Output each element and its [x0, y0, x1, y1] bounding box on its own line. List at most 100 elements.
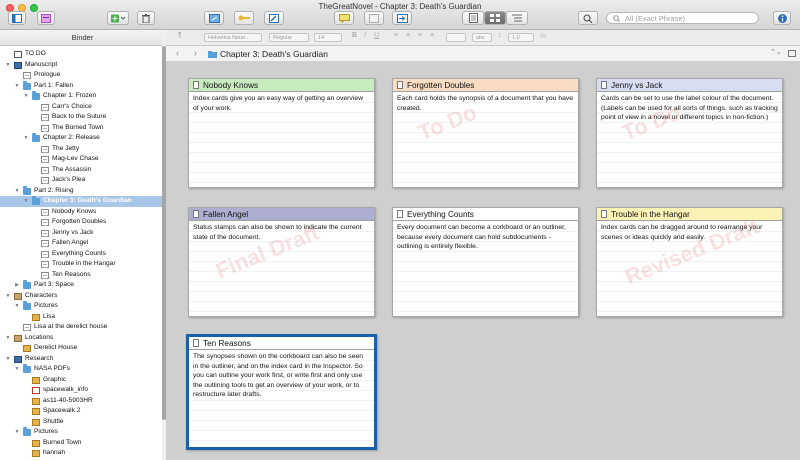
align-center-icon[interactable]: ≡: [406, 32, 410, 39]
view-outliner-button[interactable]: [506, 11, 528, 25]
split-editor-icon[interactable]: [788, 50, 796, 57]
card-title-bar[interactable]: Fallen Angel: [189, 208, 374, 221]
keywords-button[interactable]: [234, 11, 254, 25]
quick-reference-button[interactable]: [204, 11, 224, 25]
binder-item[interactable]: ▼ Manuscript: [0, 60, 162, 71]
binder-item[interactable]: ▼ Pictures: [0, 427, 162, 438]
binder-item[interactable]: The Jetty: [0, 144, 162, 155]
font-style-select[interactable]: Regular: [269, 33, 309, 42]
binder-item[interactable]: Nobody Knows: [0, 207, 162, 218]
card-synopsis[interactable]: Cards can be set to use the label colour…: [597, 92, 782, 187]
card-synopsis[interactable]: Status stamps can also be shown to indic…: [189, 220, 374, 316]
index-card[interactable]: Jenny vs Jack Cards can be set to use the…: [596, 78, 783, 188]
comment-button[interactable]: [334, 11, 354, 25]
binder-item[interactable]: Forgotten Doubles: [0, 217, 162, 228]
binder-item[interactable]: hannah: [0, 448, 162, 459]
binder-item[interactable]: ▼ Part 1: Fallen: [0, 80, 162, 92]
binder-item[interactable]: Shuttle: [0, 417, 162, 428]
disclosure-open-icon[interactable]: ▼: [13, 364, 21, 375]
binder-item[interactable]: ▼ Research: [0, 354, 162, 365]
binder-item[interactable]: Jenny vs Jack: [0, 228, 162, 239]
binder-item[interactable]: Mag-Lev Chase: [0, 154, 162, 165]
forward-arrow-icon[interactable]: ›: [194, 48, 197, 58]
lists-icon[interactable]: ≔: [540, 32, 547, 40]
card-title-bar[interactable]: Forgotten Doubles: [393, 79, 578, 92]
disclosure-open-icon[interactable]: ▼: [13, 301, 21, 312]
view-scrivenings-button[interactable]: [462, 11, 484, 25]
binder-item[interactable]: Burned Town: [0, 438, 162, 449]
binder-item[interactable]: ▼ NASA PDFs: [0, 364, 162, 375]
binder-item[interactable]: Spacewalk.2: [0, 406, 162, 417]
view-corkboard-button[interactable]: [484, 11, 506, 25]
binder-item[interactable]: spacewalk_info: [0, 385, 162, 396]
underline-button[interactable]: U: [374, 32, 379, 39]
binder-item[interactable]: ▼ Chapter 2: Release: [0, 133, 162, 144]
binder-item[interactable]: Trouble in the Hangar: [0, 259, 162, 270]
text-color-select[interactable]: [446, 33, 466, 42]
binder-item[interactable]: Prologue: [0, 70, 162, 81]
index-card[interactable]: Nobody Knows Index cards give you an easy…: [188, 78, 375, 188]
binder-item[interactable]: Lisa: [0, 312, 162, 323]
disclosure-open-icon[interactable]: ▼: [22, 91, 30, 102]
snapshot-button[interactable]: [364, 11, 384, 25]
disclosure-open-icon[interactable]: ▼: [13, 427, 21, 438]
binder-item[interactable]: Lisa at the derelict house: [0, 322, 162, 333]
card-synopsis[interactable]: Each card holds the synopsis of a docume…: [393, 92, 578, 187]
inspector-button[interactable]: [773, 11, 791, 25]
disclosure-open-icon[interactable]: ▼: [13, 186, 21, 197]
binder-item[interactable]: The Burned Town: [0, 123, 162, 134]
binder-item[interactable]: ▼ Chapter 3: Death's Guardian: [0, 196, 162, 207]
disclosure-open-icon[interactable]: ▼: [22, 133, 30, 144]
highlight-select[interactable]: abc: [472, 33, 492, 42]
binder-toggle-button[interactable]: [8, 11, 26, 25]
index-card[interactable]: Trouble in the Hangar Index cards can be …: [596, 207, 783, 317]
disclosure-open-icon[interactable]: ▼: [4, 354, 12, 365]
binder-item[interactable]: ▼ Pictures: [0, 301, 162, 312]
back-arrow-icon[interactable]: ‹: [176, 48, 179, 58]
align-right-icon[interactable]: ≡: [418, 32, 422, 39]
disclosure-open-icon[interactable]: ▼: [13, 81, 21, 92]
card-synopsis[interactable]: Index cards can be dragged around to rea…: [597, 213, 782, 316]
card-title-bar[interactable]: Jenny vs Jack: [597, 79, 782, 92]
index-card[interactable]: Ten Reasons The synopses shown on the cor…: [186, 334, 377, 450]
card-synopsis[interactable]: The synopses shown on the corkboard can …: [189, 350, 374, 447]
binder-item[interactable]: The Assassin: [0, 165, 162, 176]
disclosure-open-icon[interactable]: ▼: [4, 291, 12, 302]
binder-item[interactable]: Ten Reasons: [0, 270, 162, 281]
edit-button[interactable]: [264, 11, 284, 25]
binder-item[interactable]: ▼ Locations: [0, 333, 162, 344]
current-document-title[interactable]: Chapter 3: Death's Guardian: [220, 49, 328, 59]
card-title-bar[interactable]: Everything Counts: [393, 208, 578, 221]
up-down-arrows-icon[interactable]: ⌃⌄: [770, 48, 782, 56]
binder-item[interactable]: Back to the Suture: [0, 112, 162, 123]
binder-item[interactable]: as11-40-5903HR: [0, 396, 162, 407]
binder-item[interactable]: Derelict House: [0, 343, 162, 354]
binder-item[interactable]: ▼ Part 2: Rising: [0, 185, 162, 197]
disclosure-open-icon[interactable]: ▼: [4, 333, 12, 344]
align-left-icon[interactable]: ≡: [394, 32, 398, 39]
binder-item[interactable]: Graphic: [0, 375, 162, 386]
binder-item[interactable]: ▼ Chapter 1: Frozen: [0, 91, 162, 102]
search-field[interactable]: All (Exact Phrase): [606, 12, 759, 24]
justify-icon[interactable]: ≡: [430, 32, 434, 39]
card-synopsis[interactable]: Index cards give you an easy way of gett…: [189, 92, 374, 187]
disclosure-open-icon[interactable]: ▼: [4, 60, 12, 71]
binder-item[interactable]: Jack's Plea: [0, 175, 162, 186]
bold-button[interactable]: B: [352, 32, 357, 39]
binder-item[interactable]: ▶ Part 3: Space: [0, 280, 162, 291]
index-card[interactable]: Everything Counts Every document can beco…: [392, 207, 579, 317]
font-size-select[interactable]: 14: [314, 33, 342, 42]
italic-button[interactable]: I: [364, 32, 366, 39]
binder-item[interactable]: Fallen Angel: [0, 238, 162, 249]
font-family-select[interactable]: Helvetica Neue...: [204, 33, 262, 42]
card-synopsis[interactable]: Every document can become a corkboard or…: [393, 221, 578, 316]
compile-button[interactable]: [392, 11, 412, 25]
binder-item[interactable]: Everything Counts: [0, 249, 162, 260]
binder-item[interactable]: Carr's Choice: [0, 102, 162, 113]
index-card[interactable]: Forgotten Doubles Each card holds the syn…: [392, 78, 579, 188]
line-spacing-select[interactable]: 1.0: [508, 33, 534, 42]
index-card[interactable]: Fallen Angel Status stamps can also be sh…: [188, 207, 375, 317]
disclosure-closed-icon[interactable]: ▶: [13, 280, 21, 291]
search-options-button[interactable]: [578, 11, 598, 25]
card-title-bar[interactable]: Trouble in the Hangar: [597, 208, 782, 221]
